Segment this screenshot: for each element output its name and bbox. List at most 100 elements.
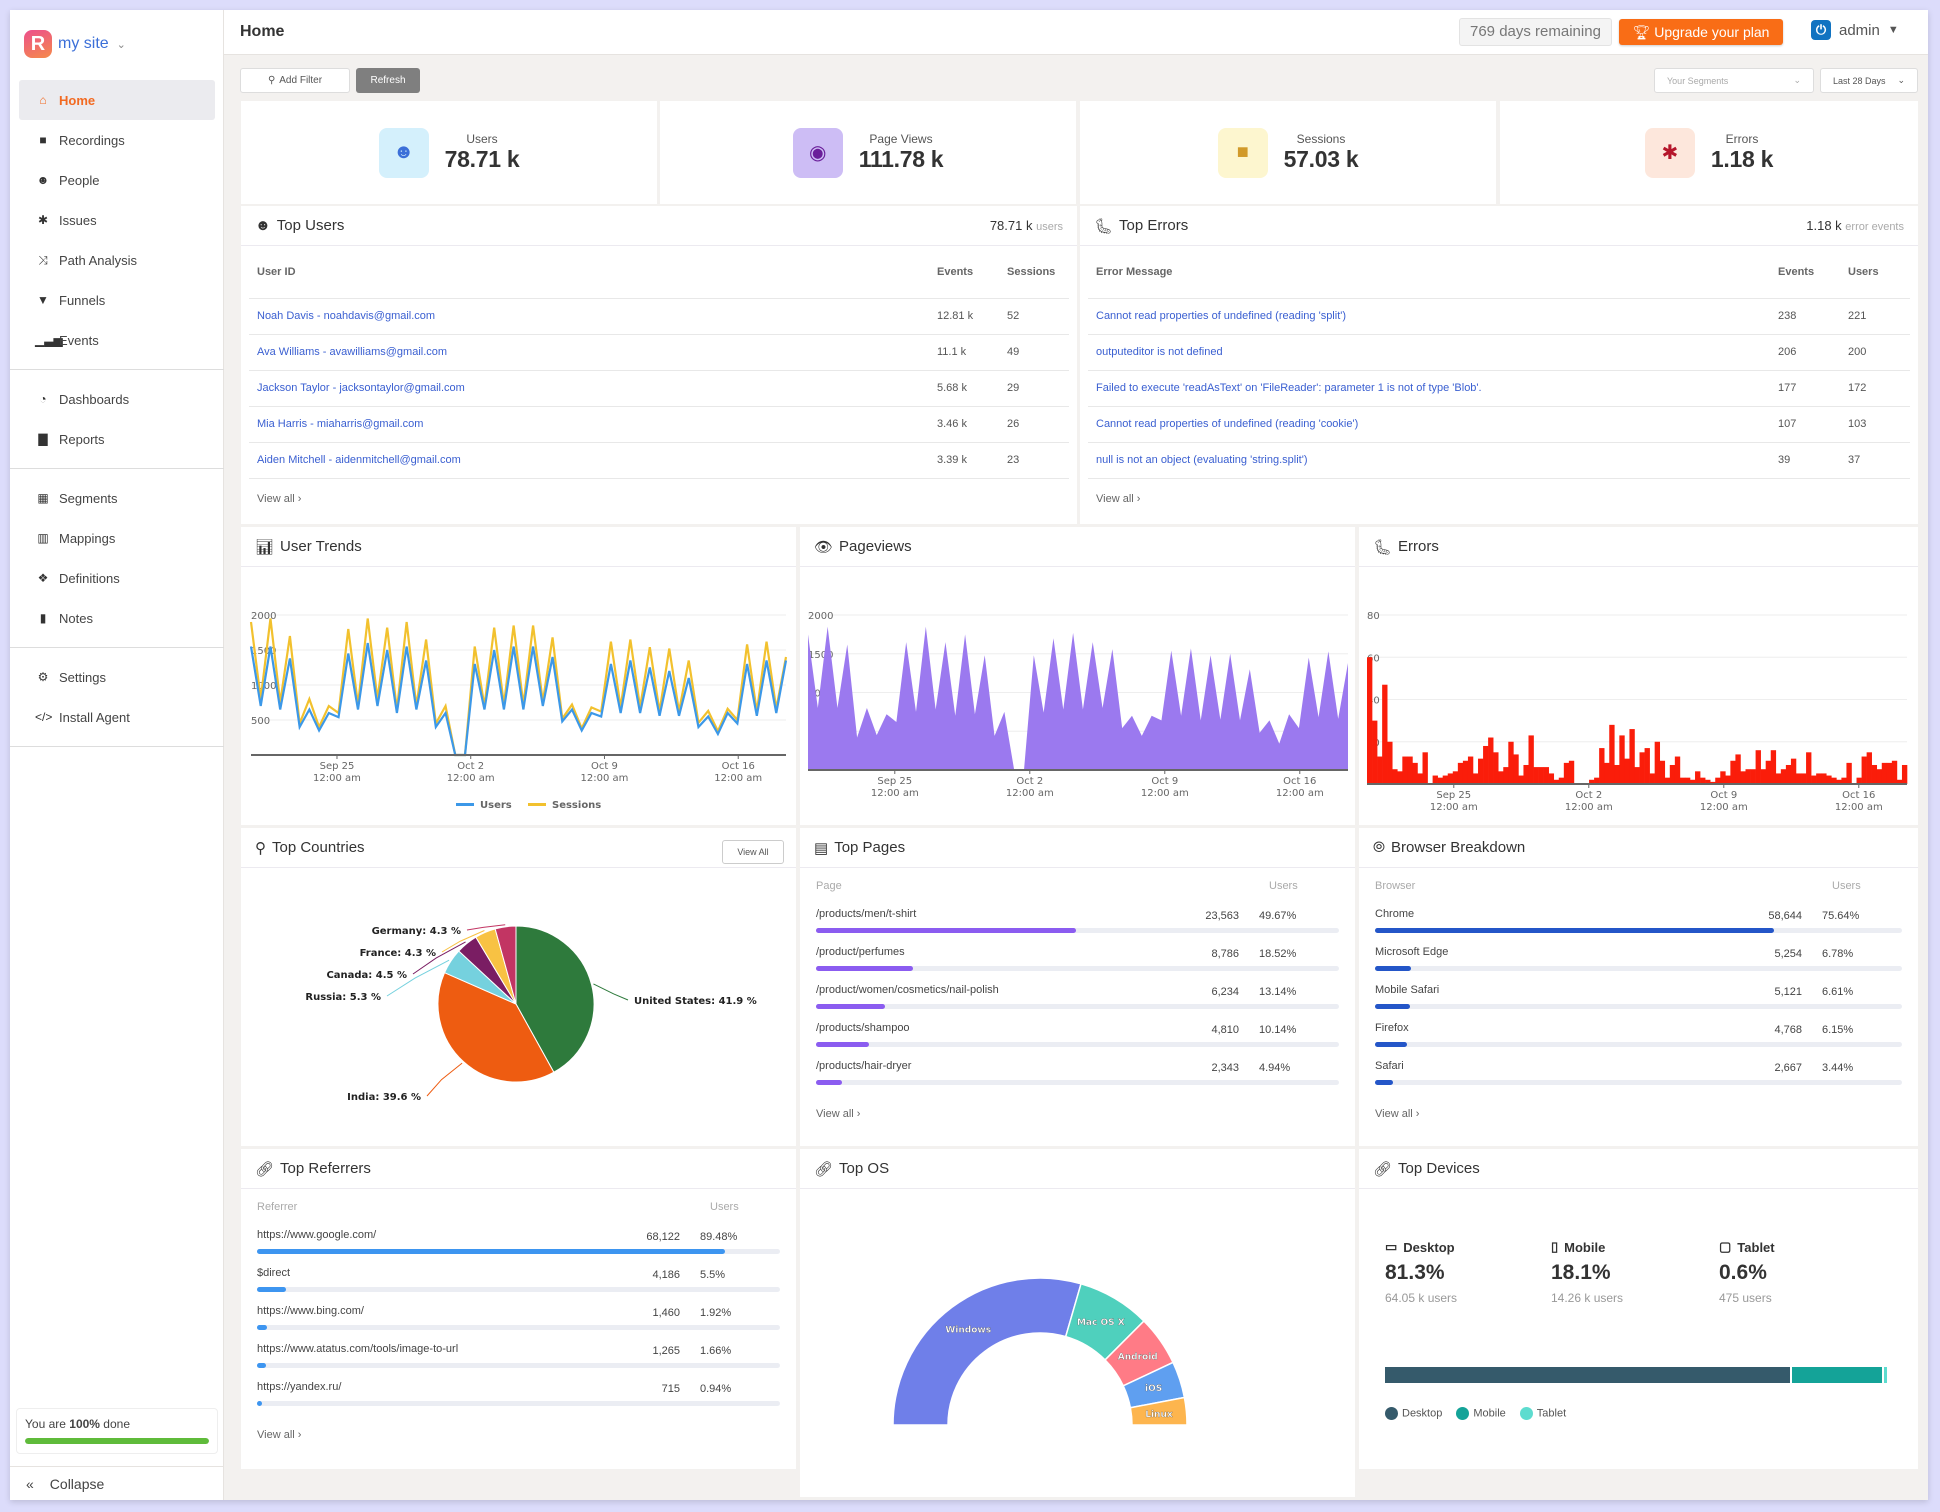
item-bar [257, 1363, 780, 1368]
sidebar-item-definitions[interactable]: ❖ Definitions [19, 558, 215, 598]
legend-item[interactable]: Desktop [1385, 1407, 1442, 1420]
list-item[interactable]: /products/men/t-shirt 23,563 49.67% [816, 904, 1339, 942]
sidebar-item-install-agent[interactable]: </> Install Agent [19, 697, 215, 737]
list-item[interactable]: https://yandex.ru/715 0.94% [257, 1377, 780, 1415]
list-item[interactable]: https://www.bing.com/1,460 1.92% [257, 1301, 780, 1339]
row-link[interactable]: Cannot read properties of undefined (rea… [1088, 298, 1770, 335]
card-title: Top Countries [272, 839, 365, 856]
chevron-down-icon: ▼ [1887, 24, 1899, 36]
sidebar-item-reports[interactable]: ▇ Reports [19, 419, 215, 459]
map-pin-icon: ⚲ [255, 839, 266, 857]
sidebar-item-notes[interactable]: ▮ Notes [19, 598, 215, 638]
list-item[interactable]: /product/perfumes 8,786 18.52% [816, 942, 1339, 980]
top-referrers-card: 🔗︎ Top Referrers Referrer Users https://www… [241, 1149, 796, 1469]
row-link[interactable]: Noah Davis - noahdavis@gmail.com [249, 298, 929, 335]
error-bar [1871, 764, 1878, 784]
power-icon: ⏻ [1811, 20, 1831, 40]
legend-swatch [456, 803, 474, 806]
sidebar-item-recordings[interactable]: ■ Recordings [19, 120, 215, 160]
sidebar-item-segments[interactable]: ▦ Segments [19, 478, 215, 518]
legend-label[interactable]: Sessions [552, 800, 601, 811]
list-item[interactable]: $direct 4,186 5.5% [257, 1263, 780, 1301]
list-item[interactable]: /products/hair-dryer 2,343 4.94% [816, 1056, 1339, 1094]
os-slice-label: iOS [1145, 1384, 1162, 1394]
row-link[interactable]: Failed to execute 'readAsText' on 'FileR… [1088, 370, 1770, 407]
collapse-button[interactable]: « Collapse [10, 1466, 224, 1500]
row-link[interactable]: Mia Harris - miaharris@gmail.com [249, 406, 929, 443]
sidebar-item-settings[interactable]: ⚙ Settings [19, 657, 215, 697]
view-all-link[interactable]: View all › [1080, 479, 1918, 505]
countries-view-all-button[interactable]: View All [722, 840, 784, 864]
error-bar [1735, 754, 1741, 784]
link-icon: 🔗︎ [1373, 1160, 1393, 1178]
row-link[interactable]: Ava Williams - avawilliams@gmail.com [249, 334, 929, 371]
list-item[interactable]: Mobile Safari 5,121 6.61% [1375, 980, 1902, 1018]
sidebar-item-mappings[interactable]: ▥ Mappings [19, 518, 215, 558]
error-bar [1659, 760, 1666, 784]
error-bar [1785, 764, 1792, 784]
list-item[interactable]: Chrome 58,644 75.64% [1375, 904, 1902, 942]
row-link[interactable]: Cannot read properties of undefined (rea… [1088, 406, 1770, 443]
item-bar-fill [257, 1401, 263, 1406]
error-bar [1801, 773, 1807, 784]
row-link[interactable]: outputeditor is not defined [1088, 334, 1770, 371]
refresh-button[interactable]: Refresh [356, 68, 420, 93]
list-item[interactable]: /products/shampoo 4,810 10.14% [816, 1018, 1339, 1056]
list-item[interactable]: Microsoft Edge 5,254 6.78% [1375, 942, 1902, 980]
legend-item[interactable]: Mobile [1456, 1407, 1506, 1420]
error-bar [1740, 771, 1746, 784]
error-bar [1538, 767, 1544, 784]
x-tick-label: Oct 16 12:00 am [714, 761, 762, 784]
sidebar-item-label: Settings [59, 669, 106, 685]
compass-icon: ⦾ [1373, 839, 1386, 856]
item-bar [1375, 928, 1902, 933]
sidebar-item-label: Segments [59, 490, 118, 506]
sidebar-item-path-analysis[interactable]: ⤨ Path Analysis [19, 240, 215, 280]
list-item[interactable]: Safari 2,667 3.44% [1375, 1056, 1902, 1094]
error-bar [1528, 735, 1534, 784]
error-bar [1639, 752, 1645, 784]
os-slice-windows[interactable] [892, 1277, 1082, 1426]
error-bar [1760, 769, 1766, 784]
list-item[interactable]: https://www.google.com/68,122 89.48% [257, 1225, 780, 1263]
device-percent: 18.1% [1551, 1261, 1611, 1284]
error-bar [1447, 773, 1454, 784]
segments-select[interactable]: Your Segments ⌄ [1654, 68, 1814, 93]
row-link[interactable]: Jackson Taylor - jacksontaylor@gmail.com [249, 370, 929, 407]
view-all-link[interactable]: View all › [816, 1094, 1339, 1120]
sidebar-item-issues[interactable]: ✱ Issues [19, 200, 215, 240]
row-link[interactable]: Aiden Mitchell - aidenmitchell@gmail.com [249, 442, 929, 479]
date-range-select[interactable]: Last 28 Days ⌄ [1820, 68, 1918, 93]
item-label: https://www.google.com/ [257, 1229, 377, 1241]
error-bar [1382, 684, 1388, 784]
sidebar-item-dashboards[interactable]: ◔ Dashboards [19, 379, 215, 419]
list-item[interactable]: /product/women/cosmetics/nail-polish 6,23… [816, 980, 1339, 1018]
item-count: 23,563 [1205, 910, 1239, 922]
upgrade-button[interactable]: 🏆︎ Upgrade your plan [1619, 19, 1783, 45]
list-item[interactable]: https://www.atatus.com/tools/image-to-ur… [257, 1339, 780, 1377]
error-bar [1644, 748, 1650, 784]
x-tick-label: Oct 2 12:00 am [447, 761, 495, 784]
item-label: /product/perfumes [816, 946, 905, 958]
sidebar-item-home[interactable]: ⌂ Home [19, 80, 215, 120]
legend-dot [1456, 1407, 1470, 1420]
view-all-link[interactable]: View all › [241, 479, 1077, 505]
device-users: 475 users [1719, 1291, 1772, 1305]
error-bar [1780, 769, 1787, 784]
bar-chart-icon: 📊︎ [255, 538, 275, 556]
sidebar-item-events[interactable]: ▁▃▅ Events [19, 320, 215, 360]
list-item[interactable]: Firefox 4,768 6.15% [1375, 1018, 1902, 1056]
user-menu[interactable]: ⏻ admin ▼ [1811, 20, 1899, 40]
site-switcher[interactable]: R my site ⌄ [24, 30, 126, 58]
legend-item[interactable]: Tablet [1519, 1407, 1566, 1420]
row-value: 177 [1770, 370, 1840, 407]
view-all-link[interactable]: View all › [1375, 1094, 1902, 1120]
legend-label[interactable]: Users [480, 800, 512, 811]
add-filter-button[interactable]: ⚲ Add Filter [240, 68, 350, 93]
view-all-link[interactable]: View all › [257, 1415, 780, 1441]
sidebar-item-people[interactable]: ☻ People [19, 160, 215, 200]
sidebar-item-funnels[interactable]: ▼ Funnels [19, 280, 215, 320]
row-link[interactable]: null is not an object (evaluating 'strin… [1088, 442, 1770, 479]
table-row: outputeditor is not defined 206 200 [1088, 334, 1910, 371]
top-countries-card: ⚲ Top Countries View All United States: 4… [241, 828, 796, 1146]
